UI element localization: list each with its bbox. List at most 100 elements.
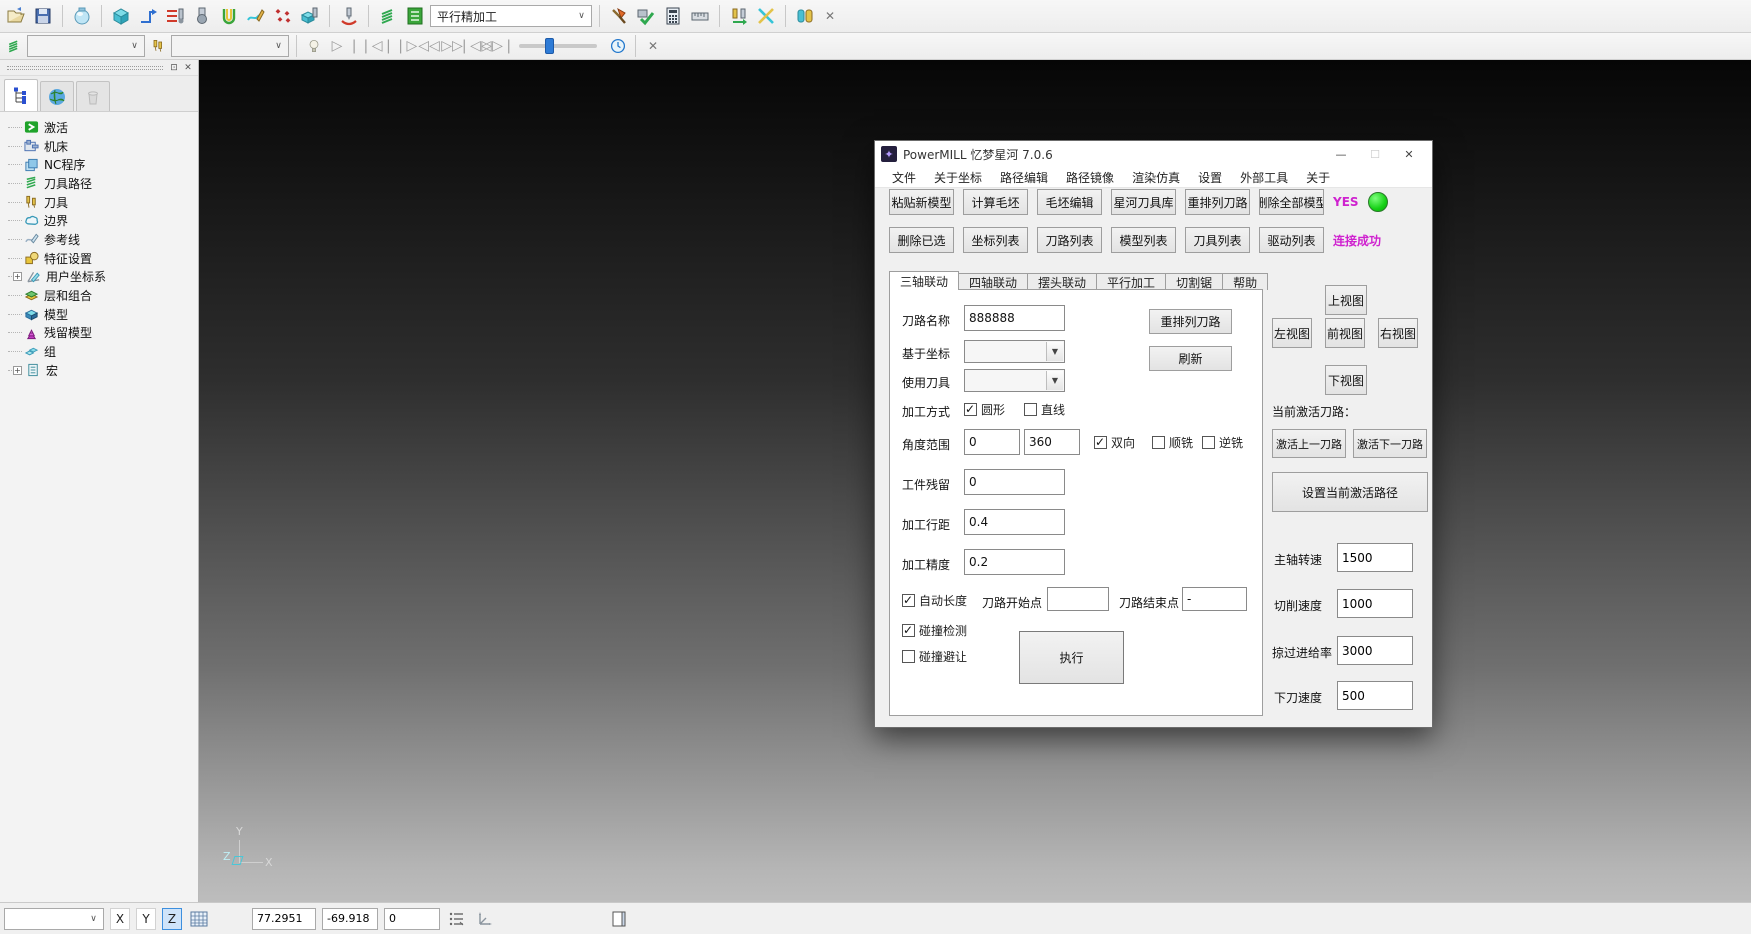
- lightbulb-icon[interactable]: [304, 36, 324, 56]
- axis-y-button[interactable]: Y: [136, 908, 156, 930]
- tree-item-stock-models[interactable]: 残留模型: [8, 324, 196, 343]
- activate-next-button[interactable]: 激活下一刀路: [1353, 429, 1427, 458]
- circle-checkbox[interactable]: 圆形: [964, 401, 1005, 418]
- tree-item-tools[interactable]: 刀具: [8, 193, 196, 212]
- open-project-icon[interactable]: [4, 4, 28, 28]
- menu-path-edit[interactable]: 路径编辑: [991, 167, 1057, 188]
- checkbox-icon[interactable]: [1202, 436, 1215, 449]
- set-current-path-button[interactable]: 设置当前激活路径: [1272, 472, 1428, 512]
- paste-new-model-button[interactable]: 粘贴新模型: [889, 189, 954, 215]
- activate-prev-button[interactable]: 激活上一刀路: [1272, 429, 1346, 458]
- tool-library-button[interactable]: 星河刀具库: [1111, 189, 1176, 215]
- go-to-end-icon[interactable]: ▷▷❘: [488, 36, 508, 56]
- drilling-icon[interactable]: [337, 4, 361, 28]
- tree-item-boundaries[interactable]: 边界: [8, 211, 196, 230]
- line-checkbox[interactable]: 直线: [1024, 401, 1065, 418]
- step-forward-icon[interactable]: ❘▷: [396, 36, 416, 56]
- tab-explorer-tree[interactable]: [4, 79, 38, 111]
- rearrange-toolpaths-button[interactable]: 重排列刀路: [1185, 189, 1250, 215]
- coord-list-button[interactable]: 坐标列表: [963, 227, 1028, 253]
- calculator-icon[interactable]: [661, 4, 685, 28]
- drive-list-button[interactable]: 驱动列表: [1259, 227, 1324, 253]
- simulation-speed-slider[interactable]: [519, 44, 597, 48]
- verify-toolpath-icon[interactable]: [634, 4, 658, 28]
- toolbar-close-icon[interactable]: ✕: [643, 36, 663, 56]
- grid-icon[interactable]: [188, 908, 210, 930]
- compare-models-icon[interactable]: [793, 4, 817, 28]
- tool-dropdown[interactable]: ▼: [964, 369, 1065, 392]
- rapid-move-icon[interactable]: [136, 4, 160, 28]
- start-point-input[interactable]: [1047, 587, 1109, 611]
- menu-file[interactable]: 文件: [883, 167, 925, 188]
- delete-all-models-button[interactable]: 删除全部模型: [1259, 189, 1324, 215]
- toolpath-name-input[interactable]: [964, 305, 1065, 331]
- points-icon[interactable]: [271, 4, 295, 28]
- climb-checkbox[interactable]: 顺铣: [1152, 434, 1193, 451]
- refresh-button[interactable]: 刷新: [1149, 346, 1232, 371]
- tab-parallel[interactable]: 平行加工: [1096, 273, 1166, 290]
- axis-x-button[interactable]: X: [110, 908, 130, 930]
- delete-selected-button[interactable]: 删除已选: [889, 227, 954, 253]
- tab-explorer-trash[interactable]: [76, 81, 110, 111]
- tree-item-models[interactable]: 模型: [8, 305, 196, 324]
- checkbox-icon[interactable]: [964, 403, 977, 416]
- hatchet-icon[interactable]: [607, 4, 631, 28]
- maximize-button[interactable]: ☐: [1358, 143, 1392, 165]
- collision-avoid-checkbox[interactable]: 碰撞避让: [902, 648, 967, 665]
- tree-item-nc-programs[interactable]: NC程序: [8, 155, 196, 174]
- panel-float-icon[interactable]: ⊡: [167, 62, 181, 74]
- play-icon[interactable]: ▷: [327, 36, 347, 56]
- list-options-icon[interactable]: [446, 908, 468, 930]
- tab-help[interactable]: 帮助: [1222, 273, 1268, 290]
- checkbox-icon[interactable]: [1094, 436, 1107, 449]
- tree-item-groups[interactable]: 组: [8, 342, 196, 361]
- rearrange-button[interactable]: 重排列刀路: [1149, 309, 1232, 334]
- save-project-icon[interactable]: [31, 4, 55, 28]
- tree-item-active[interactable]: 激活: [8, 118, 196, 137]
- tree-item-patterns[interactable]: 参考线: [8, 230, 196, 249]
- transform-icon[interactable]: [754, 4, 778, 28]
- checkbox-icon[interactable]: [902, 650, 915, 663]
- pause-icon[interactable]: ❘❘: [350, 36, 370, 56]
- tree-item-workplanes[interactable]: +用户坐标系: [8, 268, 196, 287]
- tree-item-machine[interactable]: 机床: [8, 137, 196, 156]
- tool-change-icon[interactable]: [727, 4, 751, 28]
- coord-dropdown[interactable]: ▼: [964, 340, 1065, 363]
- menu-render-sim[interactable]: 渲染仿真: [1123, 167, 1189, 188]
- menu-coords[interactable]: 关于坐标: [925, 167, 991, 188]
- stock-remain-input[interactable]: [964, 469, 1065, 495]
- tree-item-toolpaths[interactable]: 刀具路径: [8, 174, 196, 193]
- tree-item-levels-sets[interactable]: 层和组合: [8, 286, 196, 305]
- view-front-button[interactable]: 前视图: [1325, 318, 1365, 348]
- checkbox-icon[interactable]: [1024, 403, 1037, 416]
- conventional-checkbox[interactable]: 逆铣: [1202, 434, 1243, 451]
- view-left-button[interactable]: 左视图: [1272, 318, 1312, 348]
- view-right-button[interactable]: 右视图: [1378, 318, 1418, 348]
- viewport-toggle-icon[interactable]: [608, 908, 630, 930]
- expand-icon[interactable]: +: [13, 272, 22, 281]
- rewind-icon[interactable]: ◁◁: [419, 36, 439, 56]
- block-icon[interactable]: [109, 4, 133, 28]
- panel-close-icon[interactable]: ✕: [181, 62, 195, 74]
- panel-grip[interactable]: [7, 66, 163, 70]
- strategy-dropdown[interactable]: 平行精加工 ∨: [430, 5, 592, 27]
- angle-to-input[interactable]: [1024, 429, 1080, 455]
- skim-feed-input[interactable]: [1337, 636, 1413, 665]
- checkbox-icon[interactable]: [902, 624, 915, 637]
- tolerance-input[interactable]: [964, 549, 1065, 575]
- edit-stock-button[interactable]: 毛坯编辑: [1037, 189, 1102, 215]
- boundary-icon[interactable]: [217, 4, 241, 28]
- menu-path-mirror[interactable]: 路径镜像: [1057, 167, 1123, 188]
- menu-external-tools[interactable]: 外部工具: [1231, 167, 1297, 188]
- stock-model-icon[interactable]: [298, 4, 322, 28]
- cursor-z-input[interactable]: [384, 908, 440, 930]
- close-button[interactable]: ✕: [1392, 143, 1426, 165]
- ball-tool-icon[interactable]: [190, 4, 214, 28]
- pattern-icon[interactable]: [244, 4, 268, 28]
- end-point-input[interactable]: [1182, 587, 1247, 611]
- tree-item-feature-sets[interactable]: 特征设置: [8, 249, 196, 268]
- step-back-icon[interactable]: ◁❘: [373, 36, 393, 56]
- tab-swivel[interactable]: 摆头联动: [1027, 273, 1097, 290]
- checkbox-icon[interactable]: [1152, 436, 1165, 449]
- workplane-axes-icon[interactable]: [474, 908, 496, 930]
